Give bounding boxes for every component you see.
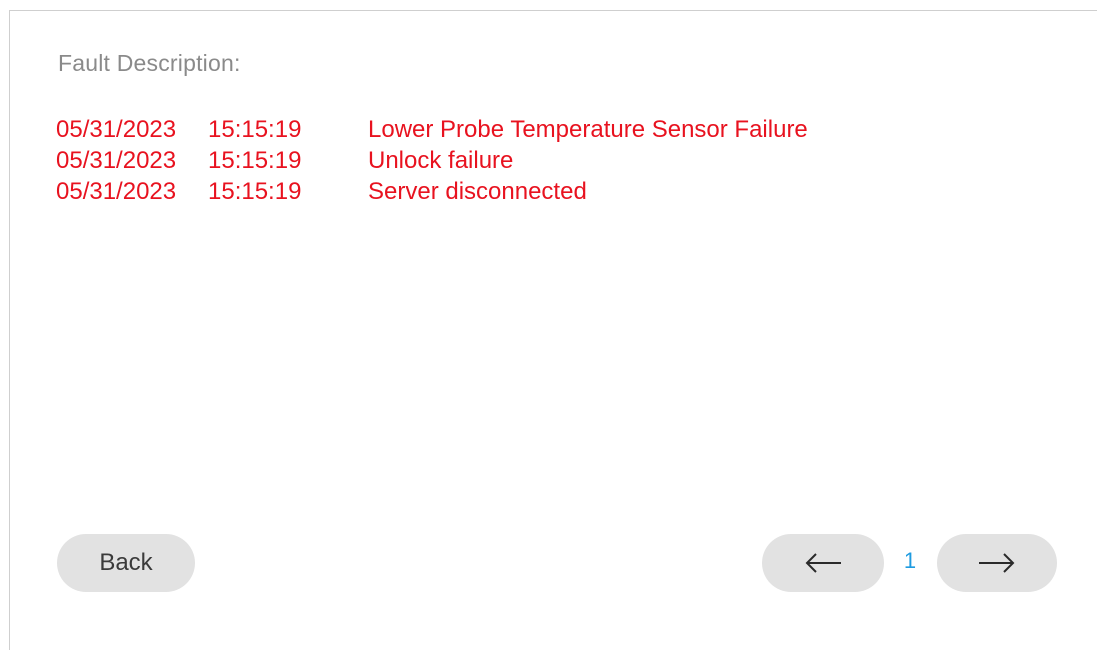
fault-description: Unlock failure	[368, 146, 514, 174]
page-number: 1	[903, 548, 917, 573]
back-button[interactable]: Back	[57, 534, 195, 592]
fault-time: 15:15:19	[208, 115, 302, 143]
fault-row: 05/31/2023 15:15:19 Lower Probe Temperat…	[56, 114, 808, 145]
arrow-right-icon	[979, 553, 1015, 573]
fault-description: Lower Probe Temperature Sensor Failure	[368, 115, 808, 143]
fault-date: 05/31/2023	[56, 115, 177, 143]
fault-row: 05/31/2023 15:15:19 Server disconnected	[56, 176, 808, 207]
fault-time: 15:15:19	[208, 177, 302, 205]
fault-time: 15:15:19	[208, 146, 302, 174]
fault-description-heading: Fault Description:	[58, 50, 241, 76]
previous-page-button[interactable]	[762, 534, 884, 592]
fault-date: 05/31/2023	[56, 146, 177, 174]
fault-description: Server disconnected	[368, 177, 587, 205]
fault-date: 05/31/2023	[56, 177, 177, 205]
next-page-button[interactable]	[937, 534, 1057, 592]
fault-list: 05/31/2023 15:15:19 Lower Probe Temperat…	[56, 114, 808, 207]
arrow-left-icon	[805, 553, 841, 573]
fault-row: 05/31/2023 15:15:19 Unlock failure	[56, 145, 808, 176]
